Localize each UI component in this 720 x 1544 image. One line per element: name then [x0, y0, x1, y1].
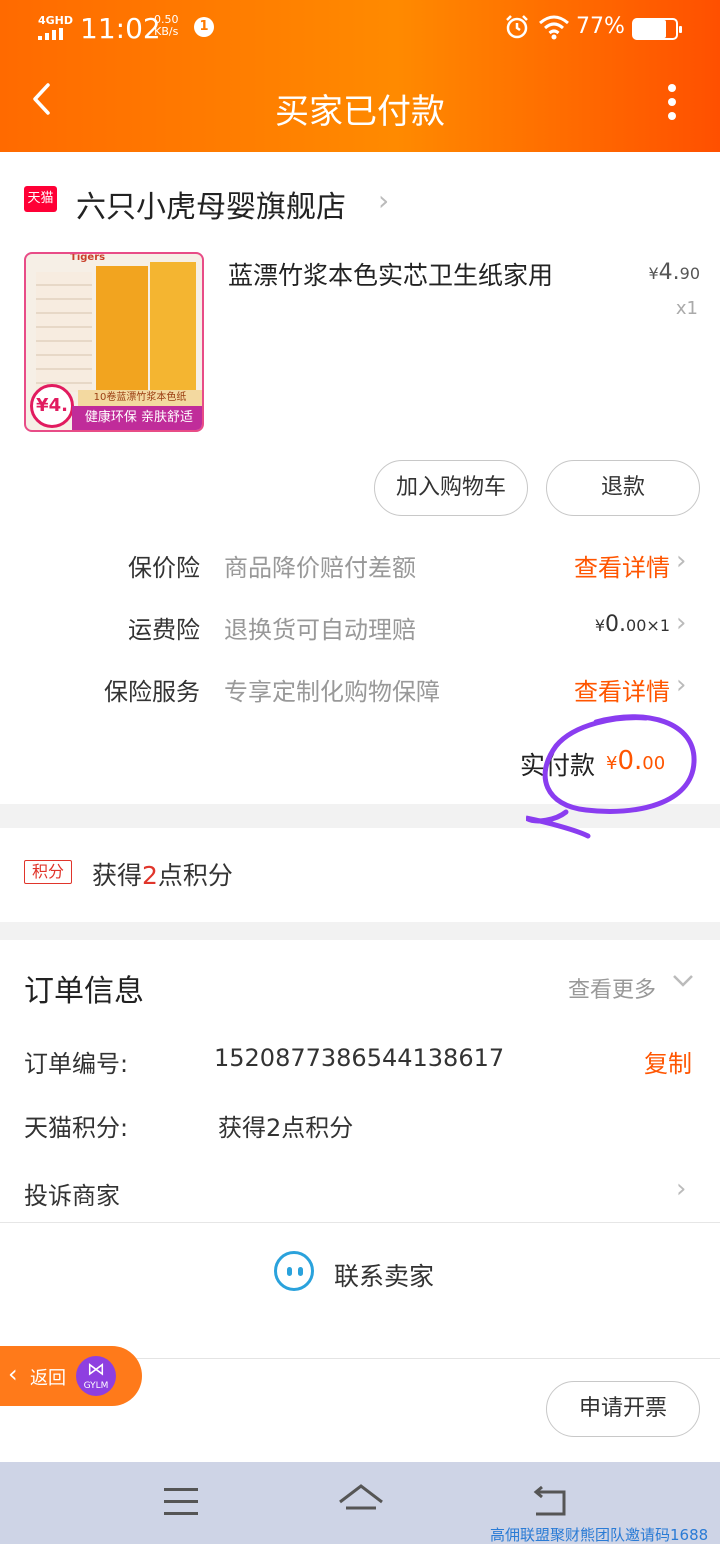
chevron-right-icon: › — [378, 184, 390, 217]
product-price: ¥4.90 — [620, 260, 700, 285]
actual-payment-row: 实付款 ¥0.00 — [0, 746, 720, 786]
product-quantity: x1 — [675, 298, 698, 319]
value-decimal: 00 — [626, 616, 647, 635]
chevron-right-icon: › — [676, 670, 687, 700]
actual-payment-label: 实付款 — [520, 751, 596, 780]
complaint-row[interactable]: 投诉商家 › — [0, 1174, 720, 1212]
value-integer: 0. — [605, 612, 627, 637]
back-arrow-icon[interactable] — [530, 1484, 570, 1520]
product-image[interactable]: Tigers 10卷蓝漂竹浆本色纸 ¥4. 健康环保 亲肤舒适 — [24, 252, 204, 432]
status-time: 11:02 — [80, 12, 161, 45]
order-number-row: 订单编号: 1520877386544138617 复制 — [0, 1044, 720, 1080]
points-suffix: 点积分 — [157, 861, 233, 890]
more-vertical-icon — [660, 84, 684, 120]
more-button[interactable] — [660, 84, 684, 124]
floating-back-label: 返回 — [30, 1368, 66, 1389]
header: 4GHD 11:02 0.50 KB/s 1 77% 买家已付款 — [0, 0, 720, 152]
shop-name[interactable]: 六只小虎母婴旗舰店 — [76, 182, 346, 226]
battery-icon — [632, 18, 682, 40]
value-currency: ¥ — [594, 616, 606, 635]
product-image-price: ¥4. — [30, 384, 74, 428]
gylm-logo: ⋈ GYLM — [76, 1356, 116, 1396]
payment-decimal: 00 — [642, 753, 666, 774]
chevron-left-icon: ‹ — [8, 1360, 18, 1388]
copy-button[interactable]: 复制 — [644, 1044, 692, 1079]
service-label: 保险服务 — [104, 678, 200, 706]
notification-badge: 1 — [194, 17, 214, 37]
view-more-link[interactable]: 查看更多 — [568, 972, 656, 1004]
order-info-title: 订单信息 — [24, 974, 144, 1009]
network-type: 4GHD — [38, 14, 74, 27]
contact-seller-label: 联系卖家 — [334, 1262, 435, 1291]
floating-back-button[interactable]: ‹ 返回 ⋈ GYLM — [0, 1346, 142, 1406]
menu-icon[interactable] — [164, 1488, 198, 1518]
service-row-insurance-service[interactable]: 保险服务 专享定制化购物保障 查看详情 › — [0, 670, 720, 712]
chevron-right-icon: › — [676, 1174, 687, 1204]
service-row-price-protection[interactable]: 保价险 商品降价赔付差额 查看详情 › — [0, 546, 720, 588]
points-card: 积分 获得2点积分 — [0, 828, 720, 922]
watermark-text: 高佣联盟聚财熊团队邀请码1688 — [490, 1526, 709, 1544]
network-speed: 0.50 KB/s — [154, 14, 179, 38]
chevron-right-icon: › — [676, 608, 687, 638]
service-label: 运费险 — [128, 616, 200, 644]
request-invoice-button[interactable]: 申请开票 — [546, 1381, 700, 1437]
order-number: 1520877386544138617 — [214, 1044, 505, 1072]
service-desc: 商品降价赔付差额 — [224, 554, 416, 582]
chevron-right-icon: › — [676, 546, 687, 576]
alarm-icon — [504, 14, 530, 46]
gylm-logo-text: GYLM — [83, 1381, 109, 1391]
points-text: 获得2点积分 — [92, 856, 233, 892]
signal-icon: 4GHD — [38, 14, 73, 40]
chat-bubble-icon — [274, 1251, 314, 1291]
order-number-label: 订单编号: — [24, 1050, 129, 1078]
payment-currency: ¥ — [606, 753, 618, 774]
toilet-paper-rolls — [36, 272, 92, 392]
value-multiplier: ×1 — [646, 616, 670, 635]
add-to-cart-button[interactable]: 加入购物车 — [374, 460, 528, 516]
view-details-link[interactable]: 查看详情 — [574, 548, 670, 583]
product-slogan: 健康环保 亲肤舒适 — [72, 406, 202, 430]
shipping-insurance-value: ¥0.00×1 — [595, 612, 670, 637]
payment-integer: 0. — [617, 746, 643, 776]
price-decimal: 90 — [679, 264, 700, 283]
speed-unit: KB/s — [154, 25, 179, 38]
paper-pack — [150, 262, 196, 392]
points-count: 2 — [142, 861, 158, 890]
points-badge: 积分 — [24, 860, 72, 884]
refund-button[interactable]: 退款 — [546, 460, 700, 516]
complaint-label: 投诉商家 — [24, 1182, 120, 1210]
points-prefix: 获得 — [92, 861, 143, 890]
service-label: 保价险 — [128, 554, 200, 582]
status-bar: 4GHD 11:02 0.50 KB/s 1 77% — [0, 0, 720, 60]
tmall-points-label: 天猫积分: — [24, 1114, 129, 1142]
tmall-points-value: 获得2点积分 — [218, 1114, 354, 1142]
page-title: 买家已付款 — [275, 92, 445, 132]
battery-level — [634, 20, 667, 38]
view-details-link[interactable]: 查看详情 — [574, 672, 670, 707]
price-currency: ¥ — [648, 264, 659, 283]
tmall-points-row: 天猫积分: 获得2点积分 — [0, 1108, 720, 1144]
order-info-card: 订单信息 查看更多 订单编号: 1520877386544138617 复制 天… — [0, 940, 720, 1360]
contact-seller-button[interactable]: 联系卖家 — [0, 1223, 720, 1319]
price-integer: 4. — [658, 260, 680, 285]
order-item-card: 天猫 六只小虎母婴旗舰店 › Tigers 10卷蓝漂竹浆本色纸 ¥4. 健康环… — [0, 152, 720, 804]
service-desc: 专享定制化购物保障 — [224, 678, 440, 706]
product-brand: Tigers — [70, 252, 106, 263]
home-icon[interactable] — [336, 1482, 386, 1522]
actual-payment-amount: ¥0.00 — [606, 746, 665, 776]
product-title[interactable]: 蓝漂竹浆本色实芯卫生纸家用 — [228, 256, 553, 292]
service-row-shipping-insurance[interactable]: 运费险 退换货可自动理赔 ¥0.00×1 › — [0, 608, 720, 650]
service-desc: 退换货可自动理赔 — [224, 616, 416, 644]
battery-percent: 77% — [576, 14, 625, 39]
tmall-badge: 天猫 — [24, 186, 57, 212]
paper-pack — [96, 266, 148, 392]
wifi-icon — [538, 14, 570, 46]
chevron-down-icon[interactable] — [672, 970, 694, 992]
product-band-text: 10卷蓝漂竹浆本色纸 — [78, 390, 202, 406]
